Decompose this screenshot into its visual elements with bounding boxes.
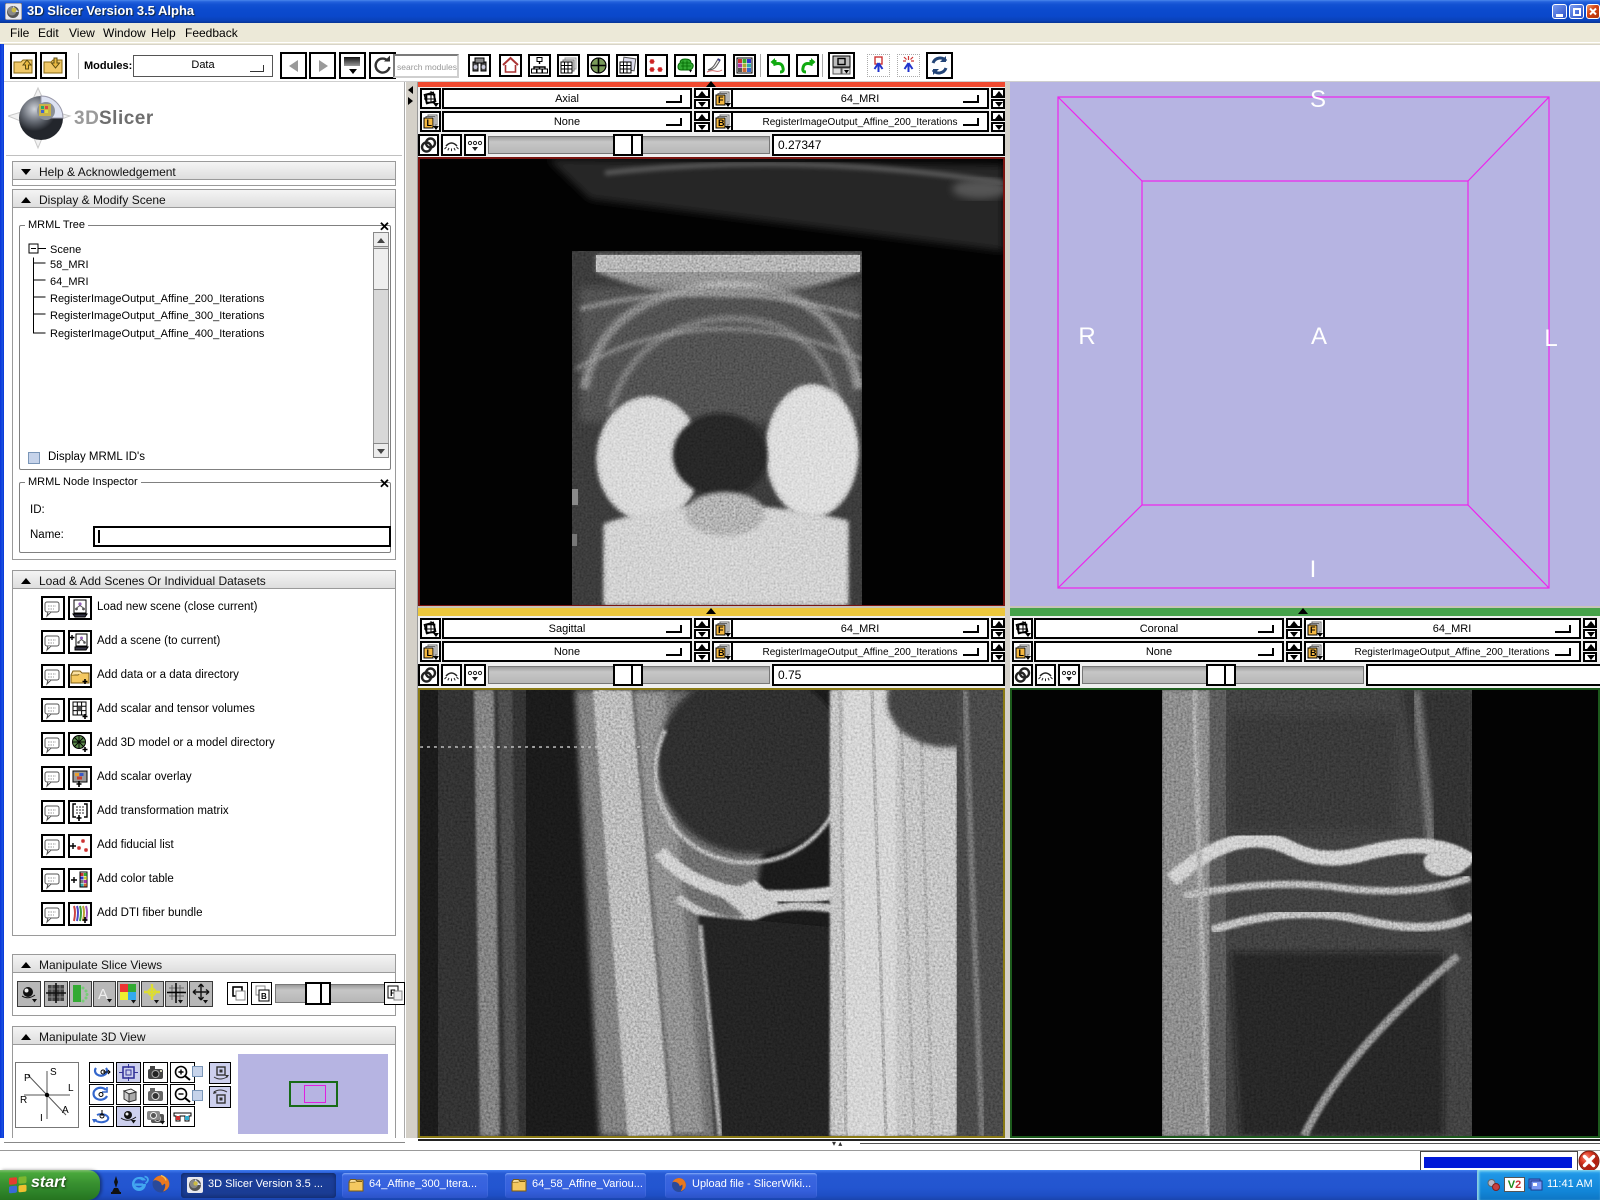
svg-text:L: L	[1544, 325, 1557, 352]
svg-text:64_MRI: 64_MRI	[50, 276, 89, 288]
svg-text:RegisterImageOutput_Affine_400: RegisterImageOutput_Affine_400_Iteration…	[50, 328, 265, 340]
svg-text:RegisterImageOutput_Affine_300: RegisterImageOutput_Affine_300_Iteration…	[50, 310, 265, 322]
svg-text:B: B	[718, 118, 725, 128]
svg-text:B: B	[261, 992, 267, 1001]
svg-text:3D: 3D	[74, 108, 99, 129]
svg-text:L: L	[68, 1083, 74, 1094]
svg-text:B: B	[718, 648, 725, 658]
svg-text:B: B	[1310, 648, 1317, 658]
svg-text:L: L	[427, 648, 433, 658]
svg-text:I: I	[1310, 556, 1317, 583]
svg-text:A: A	[62, 1105, 69, 1116]
svg-text:L: L	[1019, 648, 1025, 658]
svg-text:P: P	[24, 1073, 31, 1084]
svg-text:F: F	[718, 95, 724, 105]
svg-text:S: S	[50, 1067, 57, 1078]
svg-text:I: I	[40, 1113, 43, 1124]
svg-text:F: F	[718, 625, 724, 635]
svg-text:Slicer: Slicer	[99, 108, 154, 129]
svg-text:L: L	[427, 118, 433, 128]
svg-text:F: F	[1310, 625, 1316, 635]
svg-text:S: S	[1310, 86, 1326, 113]
svg-text:58_MRI: 58_MRI	[50, 259, 89, 271]
svg-text:A: A	[1311, 323, 1327, 350]
svg-text:R: R	[1078, 323, 1095, 350]
svg-text:A: A	[98, 986, 108, 1003]
svg-text:Scene: Scene	[50, 244, 81, 256]
svg-text:R: R	[20, 1095, 27, 1106]
svg-text:RegisterImageOutput_Affine_200: RegisterImageOutput_Affine_200_Iteration…	[50, 293, 265, 305]
